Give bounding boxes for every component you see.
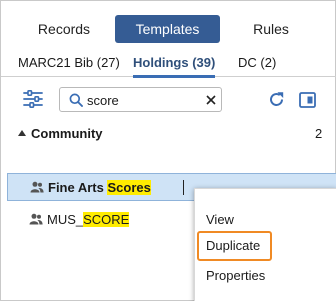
tree-group-community: Community 2: [1, 123, 336, 145]
collapse-caret-icon[interactable]: [18, 130, 26, 136]
format-tab-bar: MARC21 Bib (27) Holdings (39) DC (2): [1, 51, 336, 78]
tab-holdings[interactable]: Holdings (39): [133, 51, 216, 78]
menu-item-duplicate[interactable]: Duplicate: [195, 231, 336, 261]
menu-item-properties[interactable]: Properties: [195, 261, 336, 291]
search-match-highlight: SCORE: [83, 212, 130, 227]
templates-panel: Records Templates Rules MARC21 Bib (27) …: [0, 0, 336, 301]
tab-records[interactable]: Records: [13, 15, 115, 43]
clear-icon[interactable]: [205, 93, 217, 107]
template-name: Fine Arts Scores: [48, 180, 151, 195]
tree-group-count: 2: [315, 126, 323, 141]
filter-settings-icon[interactable]: [23, 90, 43, 108]
search-input[interactable]: [87, 91, 199, 109]
focus-outline: [197, 231, 272, 261]
name-prefix: MUS_: [47, 212, 84, 227]
tab-templates[interactable]: Templates: [115, 15, 220, 43]
context-menu: View Duplicate Properties: [194, 188, 336, 301]
search-box: [59, 87, 222, 112]
tab-rules[interactable]: Rules: [220, 15, 322, 43]
text-cursor: [183, 180, 184, 195]
tab-holdings-label: Holdings (39): [133, 55, 216, 70]
tab-dc[interactable]: DC (2): [238, 51, 276, 77]
refresh-icon[interactable]: [268, 91, 285, 108]
template-name: MUS_SCORE: [47, 212, 130, 227]
name-prefix: Fine Arts: [48, 180, 108, 195]
shared-users-icon: [29, 213, 43, 225]
active-tab-indicator: [133, 75, 216, 78]
tab-marc21-bib[interactable]: MARC21 Bib (27): [18, 51, 120, 77]
search-icon: [69, 93, 83, 107]
panel-layout-icon[interactable]: [299, 92, 316, 108]
search-match-highlight: Scores: [107, 180, 151, 195]
shared-users-icon: [30, 181, 44, 193]
tree-group-label[interactable]: Community: [31, 126, 103, 141]
main-tab-bar: Records Templates Rules: [13, 15, 322, 43]
